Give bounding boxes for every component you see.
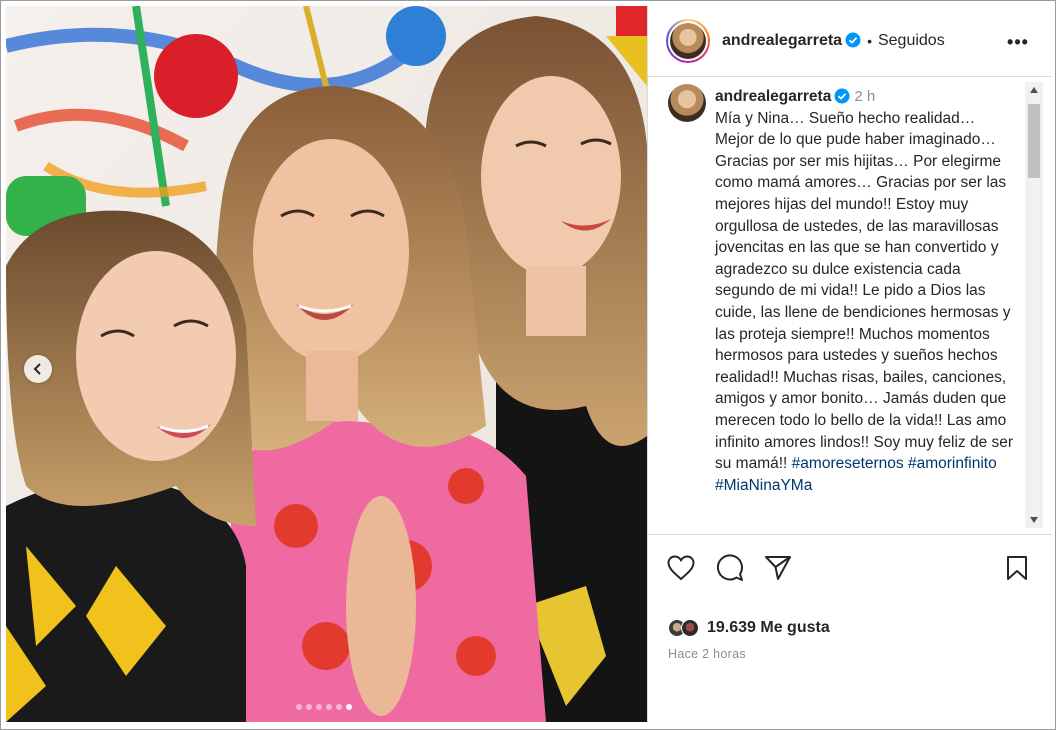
post-actions: 19.639 Me gusta Hace 2 horas [648, 534, 1052, 662]
carousel-dot[interactable] [296, 704, 302, 710]
post-modal: andrealegarreta • Seguidos ••• andrealeg… [0, 0, 1056, 730]
carousel-indicator [296, 704, 352, 710]
caption-text: Mía y Nina… Sueño hecho realidad… Mejor … [715, 109, 1014, 473]
photo-illustration [6, 6, 647, 722]
liker-avatar [681, 619, 699, 637]
like-button[interactable] [666, 553, 696, 583]
save-button[interactable] [1002, 553, 1032, 583]
bookmark-icon [1007, 556, 1027, 580]
username-text: andrealegarreta [722, 32, 843, 49]
verified-badge-icon [834, 88, 850, 104]
scroll-down-arrow[interactable] [1025, 512, 1043, 528]
carousel-dot[interactable] [346, 704, 352, 710]
caret-down-icon [1030, 517, 1038, 523]
hashtag-link[interactable]: #amoreseternos [792, 455, 904, 472]
likes-count[interactable]: 19.639 Me gusta [707, 619, 830, 637]
scroll-thumb[interactable] [1028, 104, 1040, 178]
caret-up-icon [1030, 87, 1038, 93]
comment-icon [716, 554, 743, 581]
carousel-dot[interactable] [316, 704, 322, 710]
caption-time[interactable]: 2 h [854, 88, 875, 105]
more-options-icon[interactable]: ••• [1006, 30, 1030, 54]
carousel-dot[interactable] [326, 704, 332, 710]
caption-scrollbar[interactable] [1025, 82, 1043, 528]
share-button[interactable] [763, 553, 793, 583]
username-link[interactable]: andrealegarreta [722, 32, 861, 50]
likes-summary[interactable]: 19.639 Me gusta [668, 619, 830, 637]
caption-username[interactable]: andrealegarreta [715, 88, 831, 105]
caption-avatar[interactable] [668, 84, 706, 122]
caption-content: Mía y Nina… Sueño hecho realidad… Mejor … [715, 108, 1015, 497]
hashtag-link[interactable]: #amorinfinito [908, 455, 997, 472]
caption-section: andrealegarreta 2 h Mía y Nina… Sueño hec… [648, 78, 1052, 534]
carousel-dot[interactable] [306, 704, 312, 710]
following-button[interactable]: Seguidos [878, 32, 945, 50]
chevron-left-icon [33, 363, 41, 375]
scroll-up-arrow[interactable] [1025, 82, 1043, 98]
carousel-prev-button[interactable] [24, 355, 52, 383]
verified-badge-icon [845, 32, 861, 48]
heart-icon [667, 555, 695, 581]
caption: andrealegarreta 2 h Mía y Nina… Sueño hec… [715, 86, 1015, 496]
carousel-dot[interactable] [336, 704, 342, 710]
post-photo[interactable] [6, 6, 647, 722]
separator-dot: • [867, 33, 872, 49]
avatar[interactable] [666, 19, 710, 63]
hashtag-link[interactable]: #MiaNinaYMa [715, 477, 812, 494]
avatar-image [670, 23, 706, 59]
comment-button[interactable] [715, 553, 745, 583]
send-icon [765, 556, 791, 580]
post-timestamp[interactable]: Hace 2 horas [668, 647, 746, 661]
post-header: andrealegarreta • Seguidos ••• [648, 6, 1052, 77]
post-sidebar: andrealegarreta • Seguidos ••• andrealeg… [647, 6, 1052, 722]
